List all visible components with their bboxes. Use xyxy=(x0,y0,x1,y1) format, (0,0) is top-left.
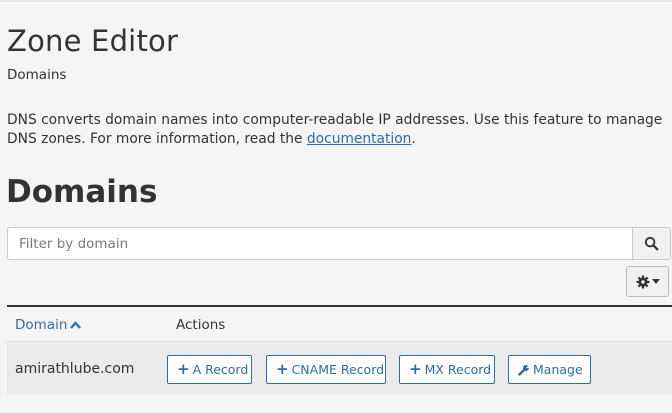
add-cname-record-label: CNAME Record xyxy=(291,362,385,377)
add-a-record-button[interactable]: + A Record xyxy=(167,355,252,384)
table-top-border xyxy=(7,305,672,307)
chevron-up-icon xyxy=(70,321,82,329)
search-icon xyxy=(644,236,659,251)
add-mx-record-label: MX Record xyxy=(424,362,492,377)
breadcrumb: Domains xyxy=(7,67,67,83)
add-a-record-label: A Record xyxy=(192,362,249,377)
top-divider xyxy=(0,0,672,2)
plus-icon: + xyxy=(409,360,422,378)
actions-column-header: Actions xyxy=(176,317,226,333)
gear-icon xyxy=(636,275,650,289)
domain-column-header[interactable]: Domain xyxy=(15,317,82,333)
settings-dropdown-button[interactable] xyxy=(626,266,669,297)
plus-icon: + xyxy=(177,360,190,378)
manage-label: Manage xyxy=(533,362,583,377)
add-cname-record-button[interactable]: + CNAME Record xyxy=(266,355,386,384)
caret-down-icon xyxy=(651,278,660,285)
domain-cell: amirathlube.com xyxy=(15,361,135,377)
search-input[interactable] xyxy=(7,227,632,260)
page-description: DNS converts domain names into computer-… xyxy=(7,111,667,149)
documentation-link[interactable]: documentation xyxy=(307,131,412,147)
section-title: Domains xyxy=(6,174,158,210)
description-end: . xyxy=(411,131,416,147)
domain-column-label: Domain xyxy=(15,317,68,333)
search-button[interactable] xyxy=(632,227,671,260)
plus-icon: + xyxy=(276,360,289,378)
search-group xyxy=(7,227,671,260)
page-title: Zone Editor xyxy=(7,24,179,58)
add-mx-record-button[interactable]: + MX Record xyxy=(399,355,495,384)
manage-button[interactable]: Manage xyxy=(508,355,591,384)
wrench-icon xyxy=(518,363,530,376)
